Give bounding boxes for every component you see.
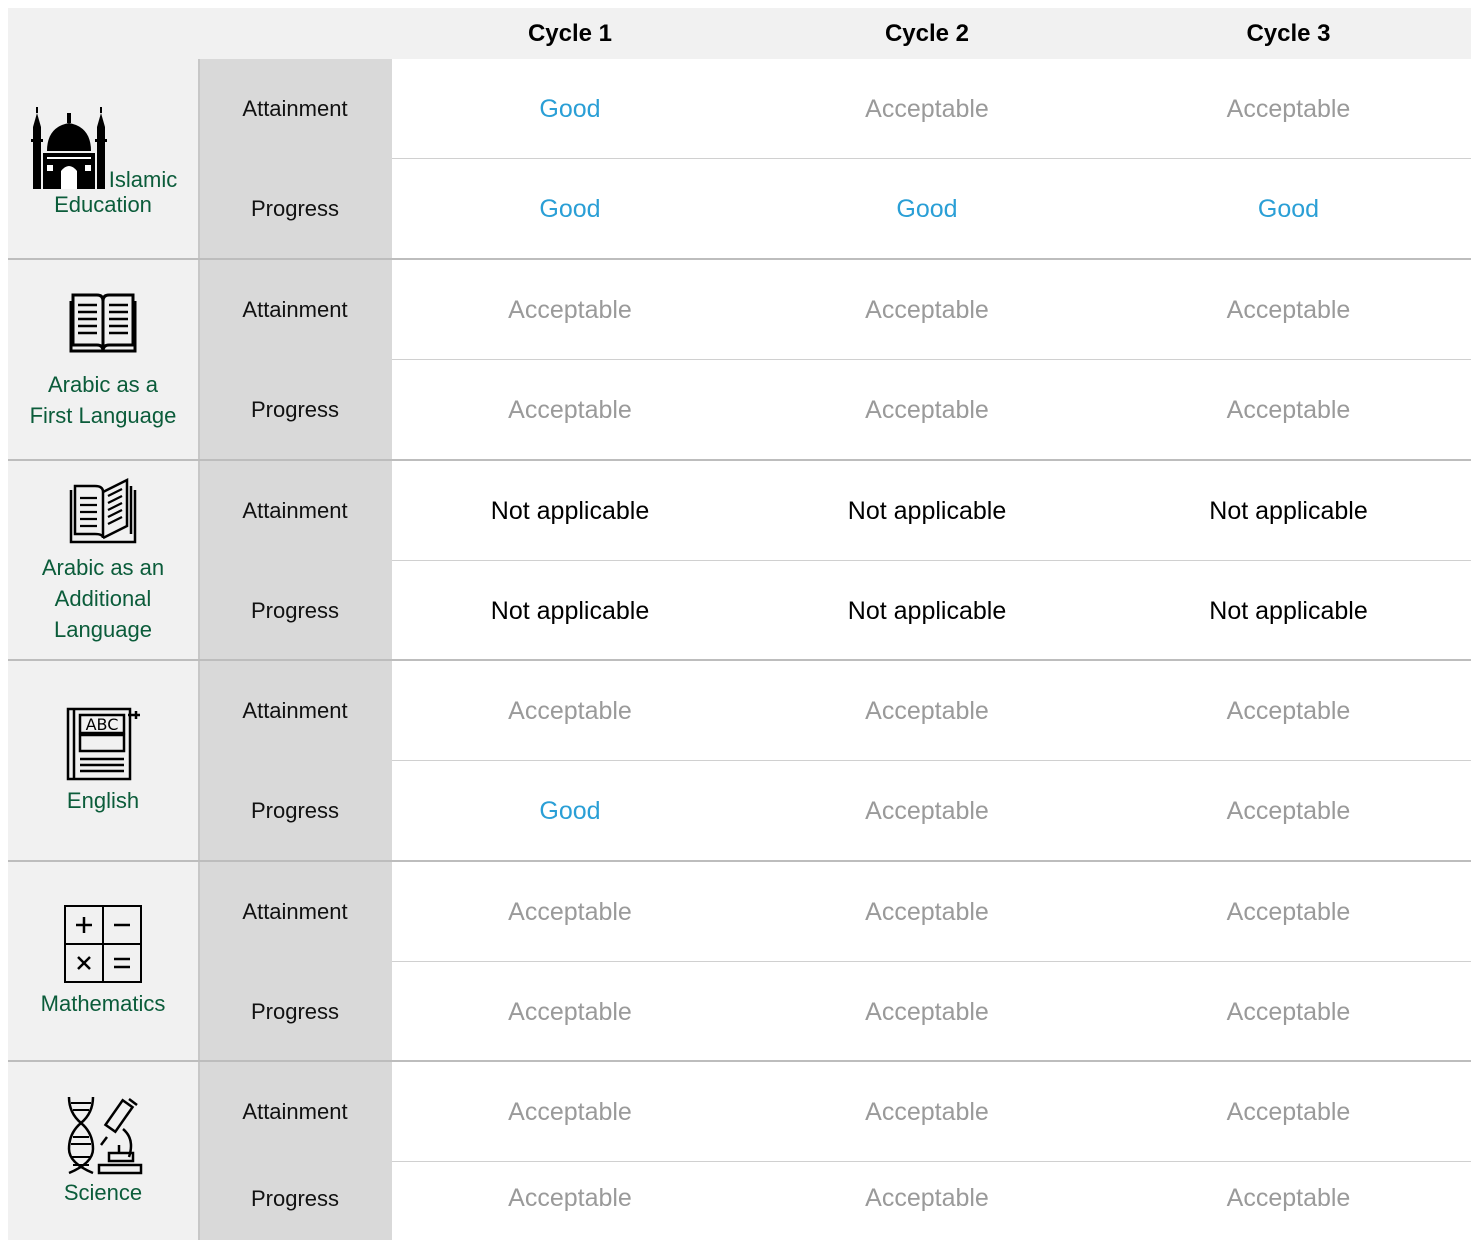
subject-label-line-1: English — [66, 788, 140, 813]
arabic-additional-attainment-cycle-1: Not applicable — [490, 496, 650, 525]
subject-arabic-additional-language: Arabic as an Additional Language — [8, 461, 198, 660]
row-type-attainment: Attainment — [242, 899, 348, 924]
header-cycle-2: Cycle 2 — [884, 19, 970, 47]
math-progress-cycle-2: Acceptable — [865, 997, 989, 1026]
row-type-progress: Progress — [250, 798, 340, 823]
header-cycle-3: Cycle 3 — [1246, 19, 1331, 47]
subject-label-line-1: Arabic as a — [47, 372, 159, 397]
row-type-attainment: Attainment — [242, 498, 348, 523]
open-book-icon — [69, 293, 137, 353]
arabic-additional-progress-cycle-1: Not applicable — [490, 596, 650, 625]
row-type-progress: Progress — [250, 1185, 340, 1211]
row-type-attainment: Attainment — [242, 297, 348, 322]
subject-label-line-2: First Language — [29, 403, 177, 428]
header-cycle-1: Cycle 1 — [527, 19, 613, 47]
math-attainment-cycle-3: Acceptable — [1226, 897, 1351, 926]
arabic-additional-progress-cycle-2: Not applicable — [847, 596, 1007, 625]
judgements-table: Cycle 1 Cycle 2 Cycle 3 Islamic Educatio… — [8, 8, 1471, 1240]
subject-arabic-first-language: Arabic as a First Language — [8, 260, 198, 460]
row-type-progress: Progress — [250, 999, 340, 1024]
islamic-progress-cycle-3: Good — [1257, 194, 1320, 223]
math-progress-cycle-3: Acceptable — [1226, 997, 1351, 1026]
math-attainment-cycle-1: Acceptable — [508, 897, 632, 926]
subject-label-line-1: Mathematics — [40, 991, 166, 1016]
islamic-attainment-cycle-2: Acceptable — [865, 94, 989, 123]
english-progress-cycle-2: Acceptable — [865, 796, 989, 825]
subject-label-line-1: Arabic as an — [41, 555, 165, 580]
islamic-progress-cycle-1: Good — [539, 194, 601, 223]
subject-science: Science — [8, 1062, 198, 1240]
arabic-first-progress-cycle-1: Acceptable — [508, 395, 632, 424]
islamic-attainment-cycle-3: Acceptable — [1226, 94, 1351, 123]
english-attainment-cycle-1: Acceptable — [508, 696, 632, 725]
book-outline-icon — [69, 477, 137, 544]
calculator-symbols-icon — [64, 905, 142, 983]
arabic-additional-attainment-cycle-2: Not applicable — [847, 496, 1007, 525]
arabic-additional-progress-cycle-3: Not applicable — [1209, 596, 1368, 625]
arabic-first-progress-cycle-3: Acceptable — [1226, 395, 1351, 424]
subject-islamic-education: Islamic Education — [8, 59, 198, 259]
row-type-attainment: Attainment — [242, 1099, 348, 1124]
science-attainment-cycle-3: Acceptable — [1226, 1097, 1351, 1126]
subject-label-line-2: Education — [54, 191, 152, 217]
svg-text:ABC: ABC — [86, 715, 119, 734]
english-attainment-cycle-3: Acceptable — [1226, 696, 1351, 725]
arabic-first-attainment-cycle-1: Acceptable — [508, 295, 632, 324]
subject-mathematics: Mathematics — [8, 862, 198, 1061]
row-type-progress: Progress — [250, 397, 340, 422]
abc-book-icon: ABC — [66, 707, 140, 781]
subject-english: ABC English — [8, 661, 198, 860]
arabic-additional-attainment-cycle-3: Not applicable — [1209, 496, 1368, 525]
arabic-first-attainment-cycle-2: Acceptable — [865, 295, 989, 324]
english-progress-cycle-3: Acceptable — [1226, 796, 1351, 825]
science-progress-cycle-1: Acceptable — [508, 1184, 632, 1212]
dna-microscope-icon — [67, 1096, 143, 1174]
row-type-attainment: Attainment — [242, 96, 348, 121]
islamic-attainment-cycle-1: Good — [539, 94, 601, 123]
row-type-progress: Progress — [250, 598, 340, 623]
row-type-progress: Progress — [250, 196, 340, 221]
arabic-first-progress-cycle-2: Acceptable — [865, 395, 989, 424]
english-attainment-cycle-2: Acceptable — [865, 696, 989, 725]
science-attainment-cycle-1: Acceptable — [508, 1097, 632, 1126]
subject-label-line-2: Additional — [54, 586, 152, 611]
islamic-progress-cycle-2: Good — [896, 194, 958, 223]
science-attainment-cycle-2: Acceptable — [865, 1097, 989, 1126]
science-progress-cycle-2: Acceptable — [865, 1184, 989, 1212]
row-type-attainment: Attainment — [242, 698, 348, 723]
mosque-icon — [30, 106, 107, 189]
subject-label-line-3: Language — [54, 617, 152, 642]
english-progress-cycle-1: Good — [539, 796, 601, 825]
math-progress-cycle-1: Acceptable — [508, 997, 632, 1026]
science-progress-cycle-3: Acceptable — [1226, 1184, 1351, 1212]
table-header: Cycle 1 Cycle 2 Cycle 3 — [8, 8, 1471, 59]
arabic-first-attainment-cycle-3: Acceptable — [1226, 295, 1351, 324]
math-attainment-cycle-2: Acceptable — [865, 897, 989, 926]
subject-label-line-1: Science — [63, 1179, 143, 1205]
